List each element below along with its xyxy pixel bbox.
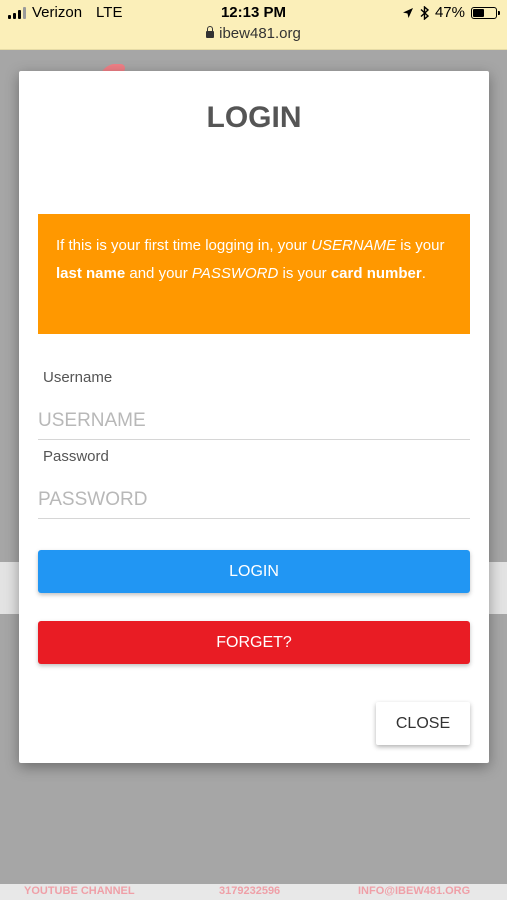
status-bar: Verizon LTE 12:13 PM 47% ibew481.org	[0, 0, 507, 50]
notice-text: is your	[396, 237, 445, 254]
password-input[interactable]	[38, 481, 470, 519]
location-arrow-icon	[402, 7, 413, 18]
notice-text: and your	[125, 265, 192, 282]
notice-username-emphasis: USERNAME	[311, 237, 397, 254]
username-input[interactable]	[38, 402, 470, 440]
forget-password-button[interactable]: FORGET?	[38, 621, 470, 664]
background-footer: YOUTUBE CHANNEL 3179232596 INFO@IBEW481.…	[0, 884, 507, 900]
modal-title: LOGIN	[206, 101, 302, 134]
url-text: ibew481.org	[219, 25, 301, 42]
bluetooth-icon	[420, 5, 429, 20]
notice-password-emphasis: PASSWORD	[191, 265, 279, 282]
footer-email: INFO@IBEW481.ORG	[358, 885, 471, 897]
footer-phone: 3179232596	[219, 885, 281, 897]
notice-card-number-bold: card number	[330, 265, 422, 282]
notice-text: If this is your first time logging in, y…	[56, 237, 312, 254]
battery-percent: 47%	[434, 4, 465, 21]
notice-last-name-bold: last name	[56, 265, 126, 282]
password-label: Password	[43, 448, 109, 465]
lock-icon	[206, 26, 215, 38]
footer-youtube-link: YOUTUBE CHANNEL	[24, 885, 135, 897]
login-modal: LOGIN If this is your first time logging…	[19, 71, 489, 763]
username-label: Username	[43, 369, 113, 386]
first-login-notice: If this is your first time logging in, y…	[38, 214, 470, 334]
battery-icon	[471, 6, 500, 19]
notice-text: is your	[278, 265, 331, 282]
notice-text: .	[421, 265, 426, 282]
login-button[interactable]: LOGIN	[38, 550, 470, 593]
url-bar[interactable]: ibew481.org	[0, 25, 507, 42]
status-right: 47%	[402, 4, 500, 21]
close-button[interactable]: CLOSE	[376, 702, 470, 745]
